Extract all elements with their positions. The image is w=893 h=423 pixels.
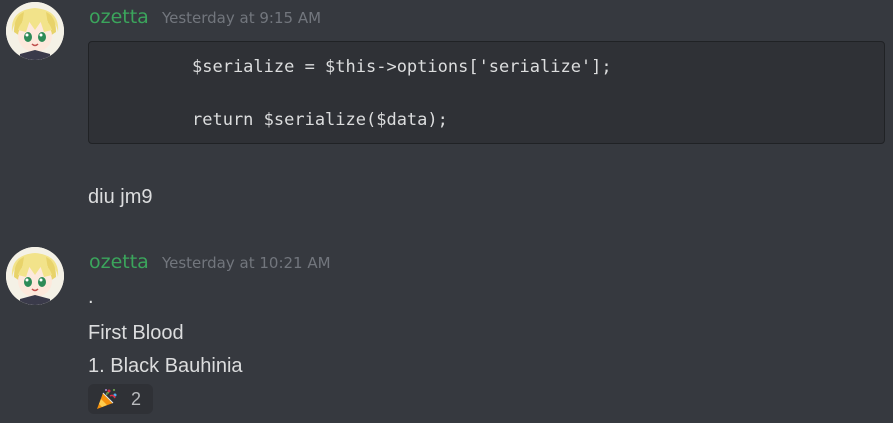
reaction-button[interactable]: 2 — [88, 384, 153, 414]
timestamp[interactable]: Yesterday at 10:21 AM — [162, 254, 331, 272]
party-popper-icon — [95, 387, 119, 411]
avatar[interactable] — [6, 2, 64, 60]
message-text: diu jm9 — [88, 186, 153, 208]
username[interactable]: ozetta — [89, 6, 149, 28]
message-text: First Blood — [88, 322, 184, 344]
code-line: $serialize = $this->options['serialize']… — [192, 57, 612, 77]
message-text: . — [88, 286, 94, 308]
username[interactable]: ozetta — [89, 251, 149, 273]
message-text: 1. Black Bauhinia — [88, 355, 243, 377]
message-header: ozetta Yesterday at 9:15 AM — [89, 6, 321, 30]
avatar[interactable] — [6, 247, 64, 305]
code-block: $serialize = $this->options['serialize']… — [88, 41, 885, 144]
message-header: ozetta Yesterday at 10:21 AM — [89, 251, 331, 275]
code-line: return $serialize($data); — [192, 110, 448, 130]
reaction-count: 2 — [131, 388, 142, 409]
timestamp[interactable]: Yesterday at 9:15 AM — [162, 9, 321, 27]
